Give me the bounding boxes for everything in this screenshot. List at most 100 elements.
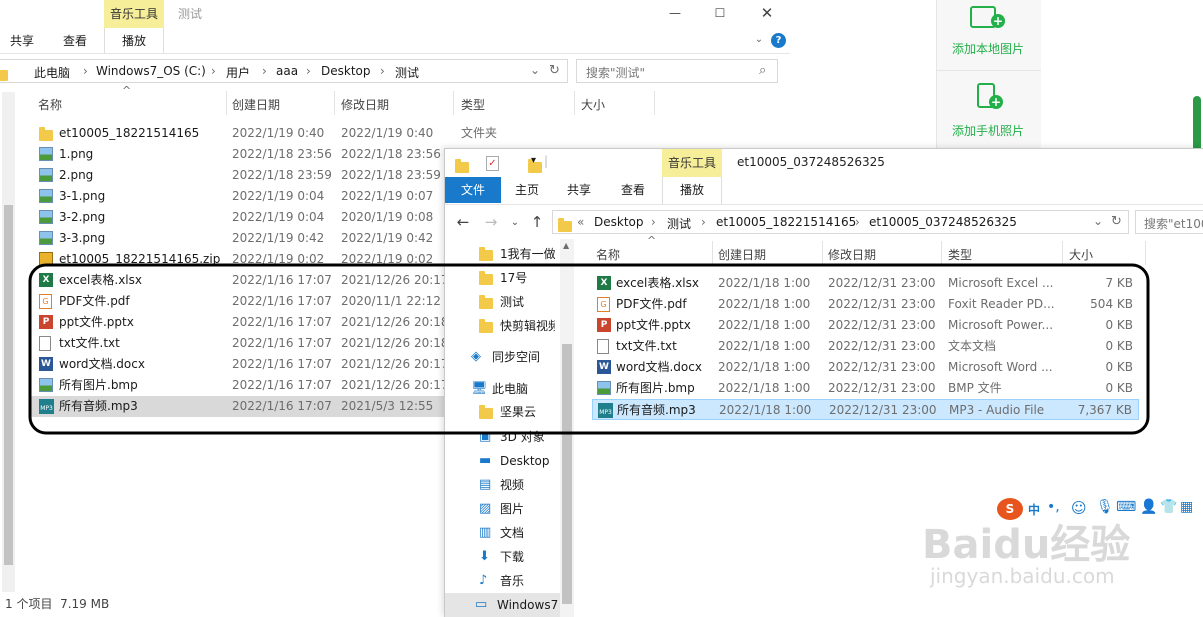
address-bar[interactable]: « Desktop › 测试 › et10005_18221514165 › e… [552, 210, 1129, 234]
chevron-down-icon[interactable]: ⌄ [1093, 214, 1103, 228]
column-header-modified[interactable]: 修改日期 [828, 246, 876, 263]
file-row[interactable]: G PDF文件.pdf 2022/1/18 1:00 2022/12/31 23:00… [592, 294, 1139, 315]
tab-play[interactable]: 播放 [114, 31, 154, 51]
column-header-name[interactable]: 名称 [38, 96, 62, 113]
file-created: 2022/1/19 0:02 [232, 252, 325, 266]
refresh-icon[interactable]: ↻ [549, 63, 560, 78]
close-button[interactable]: ✕ [752, 2, 782, 24]
breadcrumb-this-pc[interactable]: 此电脑 [34, 64, 70, 81]
excel-file-icon: X [39, 273, 53, 287]
tab-view[interactable]: 查看 [613, 180, 653, 200]
ppt-file-icon: P [597, 318, 611, 332]
nav-item[interactable]: ▥ 文档 [475, 521, 555, 545]
file-row[interactable]: MP3 所有音频.mp3 2022/1/18 1:00 2022/12/31 23:0… [592, 399, 1139, 420]
column-header-created[interactable]: 创建日期 [718, 246, 766, 263]
download-icon: ⬇ [479, 549, 490, 564]
breadcrumb-desktop[interactable]: Desktop [321, 64, 371, 78]
column-header-type[interactable]: 类型 [948, 246, 972, 263]
file-row[interactable]: 所有图片.bmp 2022/1/18 1:00 2022/12/31 23:00 BM… [592, 378, 1139, 399]
add-phone-photo-button[interactable]: + 添加手机照片 [937, 70, 1041, 150]
properties-icon[interactable]: ✓ [486, 156, 499, 171]
file-row[interactable]: et10005_18221514165 2022/1/19 0:40 2022/1/… [30, 123, 790, 144]
file-modified: 2022/1/19 0:40 [341, 126, 434, 140]
nav-item[interactable]: ⬇ 下载 [475, 545, 555, 569]
nav-item[interactable]: ▣ 3D 对象 [475, 425, 555, 449]
breadcrumb-current-folder[interactable]: et10005_037248526325 [869, 215, 1017, 229]
nav-item[interactable]: 坚果云 [475, 400, 555, 424]
column-header-size[interactable]: 大小 [1069, 246, 1093, 263]
breadcrumb-test[interactable]: 测试 [395, 64, 419, 81]
nav-item[interactable]: ▭ Windows7 [445, 593, 560, 617]
forward-arrow-icon[interactable]: → [482, 212, 500, 232]
tab-share[interactable]: 共享 [559, 180, 599, 200]
file-created: 2022/1/18 23:56 [232, 147, 332, 161]
breadcrumb-drive[interactable]: Windows7_OS (C:) [96, 64, 206, 78]
nav-item[interactable]: 测试 [475, 290, 555, 314]
help-icon[interactable]: ? [771, 33, 786, 48]
file-row[interactable]: Wword文档.docx 2022/1/18 1:00 2022/12/31 23:… [592, 357, 1139, 378]
file-type: 文本文档 [948, 339, 997, 353]
tab-share[interactable]: 共享 [4, 31, 40, 51]
chevron-down-icon[interactable]: ⌄ [530, 63, 540, 77]
back-arrow-icon[interactable]: ← [454, 212, 472, 232]
file-created: 2022/1/18 1:00 [719, 403, 812, 417]
tab-view[interactable]: 查看 [57, 31, 93, 51]
nav-item[interactable]: 17号 [475, 266, 555, 290]
nav-item[interactable]: ▤ 视频 [475, 473, 555, 497]
nav-item[interactable]: ♪ 音乐 [475, 569, 555, 593]
ribbon-expand-icon[interactable]: ⌄ [752, 33, 766, 47]
search-box[interactable]: 搜索"et10005 [1135, 210, 1203, 234]
file-row[interactable]: Xexcel表格.xlsx 2022/1/18 1:00 2022/12/31 23… [592, 273, 1139, 294]
tab-home[interactable]: 主页 [507, 180, 547, 200]
column-header-type[interactable]: 类型 [461, 96, 485, 113]
nav-item[interactable]: 🖥 此电脑 [467, 377, 555, 401]
column-header-size[interactable]: 大小 [581, 96, 605, 113]
breadcrumb-overflow[interactable]: « [577, 215, 584, 229]
word-file-icon: W [39, 357, 53, 371]
breadcrumb-parent-folder[interactable]: et10005_18221514165 [716, 215, 856, 229]
column-header-created[interactable]: 创建日期 [232, 96, 280, 113]
tab-play[interactable]: 播放 [672, 180, 712, 200]
search-box[interactable]: 搜索"测试" ⌕ [576, 59, 778, 83]
nav-item-label: 快剪辑视频 [500, 319, 555, 333]
image-file-icon [597, 381, 611, 395]
breadcrumb-aaa[interactable]: aaa [276, 64, 298, 78]
refresh-icon[interactable]: ↻ [1111, 214, 1122, 229]
column-header-name[interactable]: 名称 [596, 246, 620, 263]
toolbox-icon[interactable]: ▦ [1180, 499, 1193, 515]
quick-access-dropdown-icon[interactable]: ▾ [531, 155, 536, 166]
add-local-image-button[interactable]: + 添加本地图片 [937, 0, 1041, 70]
minimize-button[interactable]: — [660, 2, 690, 24]
nav-item[interactable]: ◈ 同步空间 [467, 345, 555, 369]
file-row[interactable]: txt文件.txt 2022/1/18 1:00 2022/12/31 23:00 文… [592, 336, 1139, 357]
up-arrow-icon[interactable]: ↑ [529, 212, 545, 232]
nav-item-label: Desktop [500, 454, 550, 468]
breadcrumb-desktop[interactable]: Desktop [594, 215, 644, 229]
nav-pane-scrollbar[interactable]: ▲ [560, 239, 574, 617]
nav-item[interactable]: ▬ Desktop [475, 449, 555, 473]
file-modified: 2022/12/31 23:00 [828, 297, 936, 311]
context-tab-music-tools[interactable]: 音乐工具 [662, 149, 722, 177]
word-file-icon: W [597, 360, 611, 374]
column-header-modified[interactable]: 修改日期 [341, 96, 389, 113]
context-tab-music-tools[interactable]: 音乐工具 [104, 0, 164, 28]
nav-item[interactable]: 快剪辑视频 [475, 314, 555, 338]
file-name: ppt文件.pptx [59, 315, 134, 329]
folder-icon [479, 295, 493, 309]
recent-locations-icon[interactable]: ⌄ [509, 213, 521, 233]
file-created: 2022/1/18 23:59 [232, 168, 332, 182]
nav-item[interactable]: ▨ 图片 [475, 497, 555, 521]
nav-item[interactable]: 1我有一做剩 [475, 242, 555, 266]
breadcrumb-test[interactable]: 测试 [667, 215, 691, 232]
music-icon: ♪ [479, 573, 488, 588]
tab-file[interactable]: 文件 [445, 177, 501, 203]
maximize-button[interactable]: ☐ [705, 2, 735, 24]
pdf-file-icon: G [597, 297, 610, 312]
file-created: 2022/1/19 0:40 [232, 126, 325, 140]
panel-scrollbar[interactable] [1193, 96, 1201, 154]
breadcrumb-users[interactable]: 用户 [226, 64, 250, 81]
skin-icon[interactable]: 👕 [1160, 499, 1177, 515]
desktop-icon: ▬ [479, 453, 492, 468]
file-row[interactable]: Pppt文件.pptx 2022/1/18 1:00 2022/12/31 23:0… [592, 315, 1139, 336]
address-bar[interactable]: 此电脑 › Windows7_OS (C:) › 用户 › aaa › Desk… [0, 59, 568, 83]
